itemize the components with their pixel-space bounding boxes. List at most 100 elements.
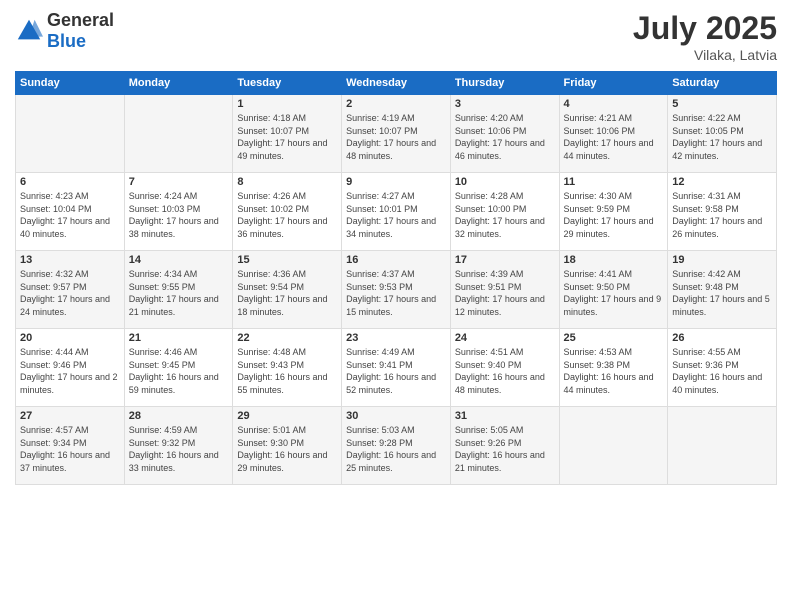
calendar-week-4: 20 Sunrise: 4:44 AM Sunset: 9:46 PM Dayli… [16,329,777,407]
logo-icon [15,17,43,45]
calendar-cell: 23 Sunrise: 4:49 AM Sunset: 9:41 PM Dayli… [342,329,451,407]
day-number: 7 [129,176,229,188]
day-number: 29 [237,410,337,422]
day-info: Sunrise: 4:26 AM Sunset: 10:02 PM Daylig… [237,190,337,240]
calendar-cell: 19Sunrise: 4:42 AM Sunset: 9:48 PM Dayli… [668,251,777,329]
day-number: 15 [237,254,337,266]
day-info: Sunrise: 4:19 AM Sunset: 10:07 PM Daylig… [346,112,446,162]
day-info: Sunrise: 4:18 AM Sunset: 10:07 PM Daylig… [237,112,337,162]
day-info: Sunrise: 4:41 AM Sunset: 9:50 PM Dayligh… [564,268,664,318]
calendar-cell: 12 Sunrise: 4:31 AM Sunset: 9:58 PM Dayli… [668,173,777,251]
day-info: Sunrise: 5:03 AM Sunset: 9:28 PM Dayligh… [346,424,446,474]
col-saturday: Saturday [668,72,777,95]
calendar-cell: 5 Sunrise: 4:22 AM Sunset: 10:05 PM Dayli… [668,95,777,173]
day-info: Sunrise: 4:59 AM Sunset: 9:32 PM Dayligh… [129,424,229,474]
calendar-cell: 7Sunrise: 4:24 AM Sunset: 10:03 PM Dayli… [124,173,233,251]
day-number: 5 [672,98,772,110]
calendar-cell: 31 Sunrise: 5:05 AM Sunset: 9:26 PM Dayli… [450,407,559,485]
day-number: 6 [20,176,120,188]
day-number: 18 [564,254,664,266]
calendar-cell: 2 Sunrise: 4:19 AM Sunset: 10:07 PM Dayli… [342,95,451,173]
logo-general: General Blue [47,10,114,52]
calendar-cell: 29 Sunrise: 5:01 AM Sunset: 9:30 PM Dayli… [233,407,342,485]
day-info: Sunrise: 4:49 AM Sunset: 9:41 PM Dayligh… [346,346,446,396]
calendar-cell: 3 Sunrise: 4:20 AM Sunset: 10:06 PM Dayli… [450,95,559,173]
day-info: Sunrise: 4:21 AM Sunset: 10:06 PM Daylig… [564,112,664,162]
day-info: Sunrise: 4:39 AM Sunset: 9:51 PM Dayligh… [455,268,555,318]
day-number: 17 [455,254,555,266]
day-number: 31 [455,410,555,422]
calendar-cell: 28 Sunrise: 4:59 AM Sunset: 9:32 PM Dayli… [124,407,233,485]
calendar-cell: 30Sunrise: 5:03 AM Sunset: 9:28 PM Dayli… [342,407,451,485]
day-number: 8 [237,176,337,188]
calendar-cell: 10Sunrise: 4:28 AM Sunset: 10:00 PM Dayl… [450,173,559,251]
logo: General Blue [15,10,114,52]
month-title: July 2025 [633,10,777,47]
day-info: Sunrise: 4:30 AM Sunset: 9:59 PM Dayligh… [564,190,664,240]
calendar-cell [124,95,233,173]
calendar-cell: 14 Sunrise: 4:34 AM Sunset: 9:55 PM Dayli… [124,251,233,329]
day-number: 22 [237,332,337,344]
day-info: Sunrise: 4:20 AM Sunset: 10:06 PM Daylig… [455,112,555,162]
day-number: 2 [346,98,446,110]
day-info: Sunrise: 4:28 AM Sunset: 10:00 PM Daylig… [455,190,555,240]
day-info: Sunrise: 4:32 AM Sunset: 9:57 PM Dayligh… [20,268,120,318]
title-block: July 2025 Vilaka, Latvia [633,10,777,63]
day-number: 28 [129,410,229,422]
day-info: Sunrise: 4:36 AM Sunset: 9:54 PM Dayligh… [237,268,337,318]
calendar-cell: 25 Sunrise: 4:53 AM Sunset: 9:38 PM Dayli… [559,329,668,407]
day-number: 23 [346,332,446,344]
day-number: 25 [564,332,664,344]
calendar-cell: 18 Sunrise: 4:41 AM Sunset: 9:50 PM Dayli… [559,251,668,329]
day-number: 3 [455,98,555,110]
day-number: 9 [346,176,446,188]
calendar-cell [668,407,777,485]
calendar-cell: 16Sunrise: 4:37 AM Sunset: 9:53 PM Dayli… [342,251,451,329]
calendar-week-3: 13 Sunrise: 4:32 AM Sunset: 9:57 PM Dayli… [16,251,777,329]
calendar-week-1: 1 Sunrise: 4:18 AM Sunset: 10:07 PM Dayli… [16,95,777,173]
col-monday: Monday [124,72,233,95]
day-info: Sunrise: 4:57 AM Sunset: 9:34 PM Dayligh… [20,424,120,474]
day-info: Sunrise: 4:34 AM Sunset: 9:55 PM Dayligh… [129,268,229,318]
day-number: 27 [20,410,120,422]
header-row: Sunday Monday Tuesday Wednesday Thursday… [16,72,777,95]
day-info: Sunrise: 4:46 AM Sunset: 9:45 PM Dayligh… [129,346,229,396]
location-subtitle: Vilaka, Latvia [633,47,777,63]
calendar-cell: 8 Sunrise: 4:26 AM Sunset: 10:02 PM Dayli… [233,173,342,251]
day-number: 11 [564,176,664,188]
day-number: 14 [129,254,229,266]
day-info: Sunrise: 4:48 AM Sunset: 9:43 PM Dayligh… [237,346,337,396]
day-info: Sunrise: 4:37 AM Sunset: 9:53 PM Dayligh… [346,268,446,318]
day-number: 13 [20,254,120,266]
day-info: Sunrise: 4:44 AM Sunset: 9:46 PM Dayligh… [20,346,120,396]
calendar-cell: 4 Sunrise: 4:21 AM Sunset: 10:06 PM Dayli… [559,95,668,173]
day-info: Sunrise: 4:51 AM Sunset: 9:40 PM Dayligh… [455,346,555,396]
day-info: Sunrise: 5:01 AM Sunset: 9:30 PM Dayligh… [237,424,337,474]
calendar-cell: 15 Sunrise: 4:36 AM Sunset: 9:54 PM Dayli… [233,251,342,329]
calendar-cell: 21 Sunrise: 4:46 AM Sunset: 9:45 PM Dayli… [124,329,233,407]
col-friday: Friday [559,72,668,95]
day-info: Sunrise: 4:22 AM Sunset: 10:05 PM Daylig… [672,112,772,162]
calendar-cell: 22 Sunrise: 4:48 AM Sunset: 9:43 PM Dayli… [233,329,342,407]
calendar-cell: 17 Sunrise: 4:39 AM Sunset: 9:51 PM Dayli… [450,251,559,329]
day-info: Sunrise: 4:27 AM Sunset: 10:01 PM Daylig… [346,190,446,240]
day-info: Sunrise: 4:53 AM Sunset: 9:38 PM Dayligh… [564,346,664,396]
day-info: Sunrise: 4:31 AM Sunset: 9:58 PM Dayligh… [672,190,772,240]
calendar-cell: 26Sunrise: 4:55 AM Sunset: 9:36 PM Dayli… [668,329,777,407]
day-number: 20 [20,332,120,344]
day-info: Sunrise: 5:05 AM Sunset: 9:26 PM Dayligh… [455,424,555,474]
day-number: 19 [672,254,772,266]
day-number: 4 [564,98,664,110]
col-sunday: Sunday [16,72,125,95]
day-number: 21 [129,332,229,344]
calendar-table: Sunday Monday Tuesday Wednesday Thursday… [15,71,777,485]
calendar-cell [16,95,125,173]
day-number: 26 [672,332,772,344]
calendar-cell: 20 Sunrise: 4:44 AM Sunset: 9:46 PM Dayli… [16,329,125,407]
day-number: 24 [455,332,555,344]
day-number: 1 [237,98,337,110]
day-info: Sunrise: 4:23 AM Sunset: 10:04 PM Daylig… [20,190,120,240]
calendar-week-5: 27 Sunrise: 4:57 AM Sunset: 9:34 PM Dayli… [16,407,777,485]
calendar-cell: 27 Sunrise: 4:57 AM Sunset: 9:34 PM Dayli… [16,407,125,485]
day-number: 12 [672,176,772,188]
